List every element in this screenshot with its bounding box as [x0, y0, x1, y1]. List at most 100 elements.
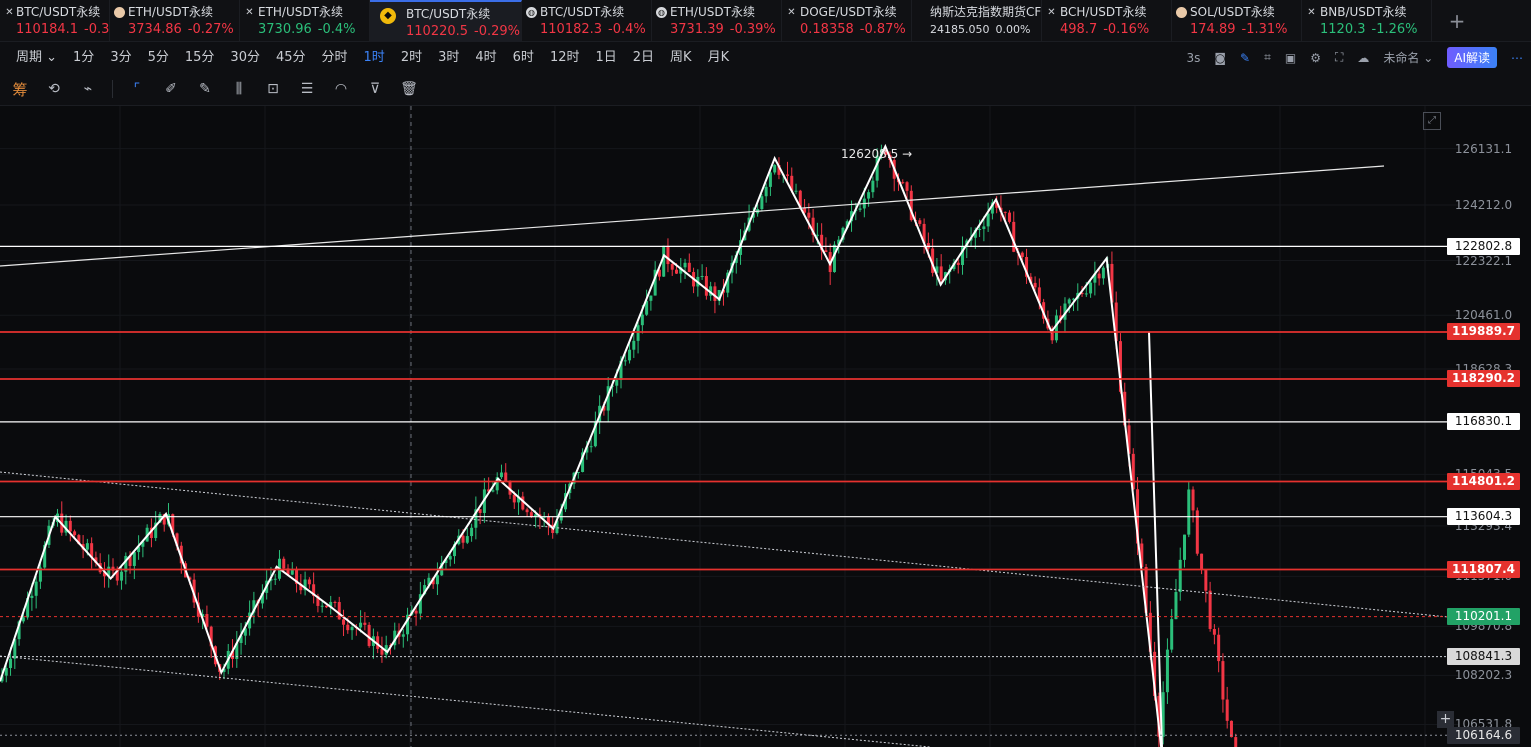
ticker-tab[interactable]: 纳斯达克指数期货CFI 24185.050 0.00% — [912, 0, 1042, 42]
price-level-label[interactable]: 122802.8 — [1447, 237, 1520, 255]
interval-option[interactable]: 3分 — [102, 42, 139, 73]
candle-body — [871, 180, 875, 193]
price-level-label[interactable]: 110201.1 — [1447, 608, 1520, 626]
ticker-tab[interactable]: ✕BTC/USDT永续 110184.1 -0.39% — [0, 0, 110, 42]
lock-icon[interactable]: ⊡ — [263, 79, 283, 99]
bars-icon[interactable]: ⫼ — [229, 79, 249, 99]
interval-option[interactable]: 30分 — [222, 42, 268, 73]
interval-option[interactable]: 分时 — [314, 42, 356, 73]
filter-icon[interactable]: ⊽ — [365, 79, 385, 99]
add-tab-button[interactable]: + — [1432, 0, 1482, 41]
ticker-tab[interactable]: ✕ ETH/USDT永续 3730.96 -0.4% — [240, 0, 370, 42]
candle-body — [1101, 267, 1105, 279]
ticker-tab[interactable]: ✕ BCH/USDT永续 498.7 -0.16% — [1042, 0, 1172, 42]
pen-icon[interactable]: ✎ — [195, 79, 215, 99]
ruler-icon[interactable]: ✐ — [161, 79, 181, 99]
cloud-layout-icon[interactable]: ☁ — [1357, 51, 1369, 65]
candlestick-plot[interactable] — [0, 106, 1531, 747]
candle-body — [978, 228, 982, 230]
ticker-tab[interactable]: ◍ BTC/USDT永续 110182.3 -0.4% — [522, 0, 652, 42]
candle-body — [636, 325, 640, 341]
interval-option[interactable]: 3时 — [430, 42, 467, 73]
ticker-change: -1.26% — [1371, 22, 1418, 37]
ticker-name: ETH/USDT永续 — [258, 5, 343, 19]
candle-body — [687, 262, 691, 273]
brush-off-icon[interactable]: ⌁ — [78, 79, 98, 99]
candle-body — [324, 605, 328, 608]
interval-option[interactable]: 2日 — [625, 42, 662, 73]
price-level-label[interactable]: 113604.3 — [1447, 508, 1520, 526]
ticker-tab[interactable]: ✕ DOGE/USDT永续 0.18358 -0.87% — [782, 0, 912, 42]
candle-body — [713, 286, 717, 301]
add-alert-icon[interactable]: + — [1437, 711, 1454, 728]
interval-option[interactable]: 5分 — [140, 42, 177, 73]
chou-icon[interactable]: 筹 — [10, 79, 30, 99]
candle-body — [401, 634, 405, 637]
ticker-change: -0.16% — [1103, 22, 1150, 37]
candle-body — [1020, 252, 1024, 257]
coin-icon: ● — [114, 7, 125, 18]
price-level-label[interactable]: 118290.2 — [1447, 370, 1520, 388]
ticker-price: 110220.5 — [406, 24, 469, 39]
ticker-name: ETH/USDT永续 — [128, 5, 213, 19]
ticker-change: -0.4% — [608, 22, 646, 37]
save-image-icon[interactable]: ▣ — [1285, 51, 1296, 65]
layout-name-select[interactable]: 未命名 ⌄ — [1383, 49, 1433, 66]
price-level-label[interactable]: 119889.7 — [1447, 323, 1520, 341]
price-chart[interactable]: 126208.5 → ⤢ 126131.1 124212.0 122322.1 120… — [0, 106, 1531, 747]
interval-option[interactable]: 6时 — [505, 42, 542, 73]
interval-option[interactable]: 1日 — [587, 42, 624, 73]
candle-body — [414, 610, 418, 614]
price-level-label[interactable]: 108841.3 — [1447, 648, 1520, 666]
price-level-label[interactable]: 114801.2 — [1447, 473, 1520, 490]
select-icon[interactable]: ⌜ — [127, 79, 147, 99]
interval-option[interactable]: 4时 — [467, 42, 504, 73]
ticker-tab[interactable]: ● SOL/USDT永续 174.89 -1.31% — [1172, 0, 1302, 42]
settings-gear-icon[interactable]: ⚙ — [1310, 51, 1321, 65]
draw-pen-icon[interactable]: ✎ — [1240, 51, 1250, 65]
cycle-icon[interactable]: ⟲ — [44, 79, 64, 99]
fullscreen-icon[interactable]: ⛶ — [1335, 50, 1343, 65]
refresh-interval[interactable]: 3s — [1186, 51, 1200, 65]
ticker-name: BCH/USDT永续 — [1060, 5, 1147, 19]
candle-body — [666, 245, 670, 265]
interval-option[interactable]: 12时 — [542, 42, 588, 73]
expand-chart-icon[interactable]: ⤢ — [1423, 112, 1441, 130]
candle-body — [807, 212, 811, 218]
ticker-tab[interactable]: ● ETH/USDT永续 3734.86 -0.27% — [110, 0, 240, 42]
candle-body — [1033, 282, 1037, 288]
interval-option[interactable]: 2时 — [393, 42, 430, 73]
ticker-tab[interactable]: ◍ ETH/USDT永续 3731.39 -0.39% — [652, 0, 782, 42]
price-level-label[interactable]: 116830.1 — [1447, 413, 1520, 431]
interval-option[interactable]: 月K — [700, 42, 738, 73]
magnet-icon[interactable]: ◠ — [331, 79, 351, 99]
interval-option[interactable]: 1分 — [65, 42, 102, 73]
x-icon: ✕ — [1047, 7, 1056, 18]
price-level-label[interactable]: 106164.6 — [1447, 726, 1520, 744]
interval-option[interactable]: 1时 — [356, 42, 393, 73]
period-dropdown[interactable]: 周期 ⌄ — [8, 42, 65, 73]
share-icon[interactable]: ⋯ — [1511, 51, 1523, 65]
candle-body — [320, 605, 324, 607]
toolbar-divider — [112, 80, 113, 98]
interval-option[interactable]: 周K — [662, 42, 700, 73]
candle-body — [1170, 619, 1174, 650]
candle-body — [926, 243, 930, 249]
candle-body — [939, 266, 943, 281]
interval-option[interactable]: 15分 — [177, 42, 223, 73]
ai-interpret-button[interactable]: AI解读 — [1447, 47, 1497, 68]
price-level-label[interactable]: 111807.4 — [1447, 560, 1520, 578]
candle-body — [4, 667, 8, 676]
trash-icon[interactable]: 🗑 — [399, 79, 419, 99]
camera-icon[interactable]: ◙ — [1214, 51, 1226, 65]
interval-option[interactable]: 45分 — [268, 42, 314, 73]
ticker-tab[interactable]: ✕ BNB/USDT永续 1120.3 -1.26% — [1302, 0, 1432, 42]
crop-icon[interactable]: ⌗ — [1264, 50, 1271, 65]
note-icon[interactable]: ☰ — [297, 79, 317, 99]
ticker-change: -0.39% — [729, 22, 776, 37]
ticker-tab[interactable]: ◆ BTC/USDT永续 110220.5 -0.29% — [370, 0, 522, 42]
drop-icon: ◍ — [656, 7, 667, 18]
candle-body — [858, 208, 862, 210]
candle-body — [350, 627, 354, 631]
chart-right-tools: 3s ◙ ✎ ⌗ ▣ ⚙ ⛶ ☁ 未命名 ⌄ AI解读 ⋯ — [1186, 42, 1523, 73]
